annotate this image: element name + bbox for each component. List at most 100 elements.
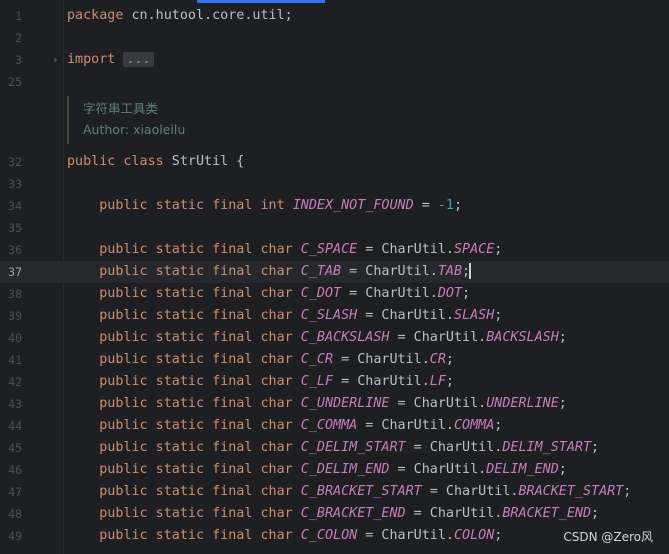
code-line[interactable]: 47 public static final char C_BRACKET_ST…: [0, 481, 669, 503]
line-number: 49: [8, 529, 22, 543]
code-token: ;: [623, 484, 632, 499]
code-text[interactable]: public static final char C_TAB = CharUti…: [67, 261, 471, 283]
code-token: public static final char: [99, 418, 293, 433]
code-token: -1: [437, 198, 454, 213]
code-line[interactable]: 45 public static final char C_DELIM_STAR…: [0, 437, 669, 459]
code-token: public static final char: [99, 330, 293, 345]
line-number: 1: [15, 9, 22, 23]
code-line[interactable]: 2: [0, 27, 669, 49]
code-line[interactable]: 43 public static final char C_UNDERLINE …: [0, 393, 669, 415]
watermark: CSDN @Zero风: [563, 530, 653, 544]
code-text[interactable]: public class StrUtil {: [67, 151, 244, 173]
code-line[interactable]: 25: [0, 71, 669, 93]
code-token: LF: [429, 374, 446, 389]
code-token: UNDERLINE: [486, 396, 559, 411]
line-number: 36: [8, 243, 22, 257]
code-token: DOT: [437, 286, 463, 301]
line-number: 35: [8, 221, 22, 235]
doc-comment-title: 字符串工具类: [83, 101, 159, 116]
code-line[interactable]: 46 public static final char C_DELIM_END …: [0, 459, 669, 481]
code-text[interactable]: public static final char C_COLON = CharU…: [67, 525, 502, 547]
code-token: ;: [454, 198, 463, 213]
code-text[interactable]: public static final char C_BRACKET_START…: [67, 481, 631, 503]
code-text[interactable]: public static final char C_SPACE = CharU…: [67, 239, 502, 261]
code-text[interactable]: public static final int INDEX_NOT_FOUND …: [67, 195, 462, 217]
code-line[interactable]: 35: [0, 217, 669, 239]
code-text[interactable]: public static final char C_SLASH = CharU…: [67, 305, 502, 327]
code-line[interactable]: 41 public static final char C_CR = CharU…: [0, 349, 669, 371]
code-line[interactable]: 39 public static final char C_SLASH = Ch…: [0, 305, 669, 327]
code-token: = CharUtil.: [333, 352, 430, 367]
code-line[interactable]: 34 public static final int INDEX_NOT_FOU…: [0, 195, 669, 217]
code-token: StrUtil {: [163, 154, 245, 169]
code-line[interactable]: 32 public class StrUtil {: [0, 151, 669, 173]
code-token: C_DELIM_END: [300, 462, 390, 477]
code-text[interactable]: public static final char C_LF = CharUtil…: [67, 371, 454, 393]
code-token: = CharUtil.: [357, 528, 454, 543]
fold-chevron-icon[interactable]: ›: [52, 49, 59, 71]
code-text[interactable]: public static final char C_DOT = CharUti…: [67, 283, 470, 305]
line-number: 34: [8, 199, 22, 213]
code-token: ;: [462, 286, 471, 301]
code-token: SPACE: [453, 242, 495, 257]
code-token: = CharUtil.: [389, 462, 487, 477]
line-number: 39: [8, 309, 22, 323]
code-line[interactable]: 1 package cn.hutool.core.util;: [0, 5, 669, 27]
code-token: C_TAB: [300, 264, 342, 279]
code-token: = CharUtil.: [341, 264, 438, 279]
code-line[interactable]: 40 public static final char C_BACKSLASH …: [0, 327, 669, 349]
code-text[interactable]: public static final char C_UNDERLINE = C…: [67, 393, 567, 415]
code-line[interactable]: 33: [0, 173, 669, 195]
code-token: C_COLON: [300, 528, 358, 543]
code-text[interactable]: import ...: [67, 49, 154, 71]
code-token: public static final char: [99, 528, 293, 543]
code-line[interactable]: 38 public static final char C_DOT = Char…: [0, 283, 669, 305]
code-line[interactable]: 37 public static final char C_TAB = Char…: [0, 261, 669, 283]
code-text[interactable]: public static final char C_BACKSLASH = C…: [67, 327, 567, 349]
code-token: BACKSLASH: [486, 330, 559, 345]
line-number: 45: [8, 441, 22, 455]
folded-imports-button[interactable]: ...: [123, 52, 154, 67]
code-line[interactable]: 36 public static final char C_SPACE = Ch…: [0, 239, 669, 261]
code-text[interactable]: package cn.hutool.core.util;: [67, 5, 293, 27]
code-text[interactable]: public static final char C_DELIM_END = C…: [67, 459, 567, 481]
code-token: public static final char: [99, 440, 293, 455]
line-number: 38: [8, 287, 22, 301]
code-token: ;: [494, 528, 503, 543]
code-line[interactable]: 3 › import ...: [0, 49, 669, 71]
code-line[interactable]: 44 public static final char C_COMMA = Ch…: [0, 415, 669, 437]
code-line[interactable]: 48 public static final char C_BRACKET_EN…: [0, 503, 669, 525]
code-token: SLASH: [453, 308, 495, 323]
line-number: 33: [8, 177, 22, 191]
code-token: public static final char: [99, 462, 293, 477]
code-token: = CharUtil.: [405, 440, 503, 455]
code-token: ;: [445, 374, 454, 389]
line-number: 47: [8, 485, 22, 499]
code-token: C_DELIM_START: [300, 440, 406, 455]
code-token: C_CR: [300, 352, 334, 367]
code-editor[interactable]: 1 package cn.hutool.core.util; 2 3 › import .…: [0, 0, 669, 554]
code-token: TAB: [437, 264, 463, 279]
code-line[interactable]: 42 public static final char C_LF = CharU…: [0, 371, 669, 393]
line-number: 44: [8, 419, 22, 433]
code-text[interactable]: public static final char C_DELIM_START =…: [67, 437, 599, 459]
code-text[interactable]: public static final char C_BRACKET_END =…: [67, 503, 599, 525]
code-text[interactable]: public static final char C_COMMA = CharU…: [67, 415, 502, 437]
code-token: ;: [558, 396, 567, 411]
code-text[interactable]: public static final char C_CR = CharUtil…: [67, 349, 454, 371]
